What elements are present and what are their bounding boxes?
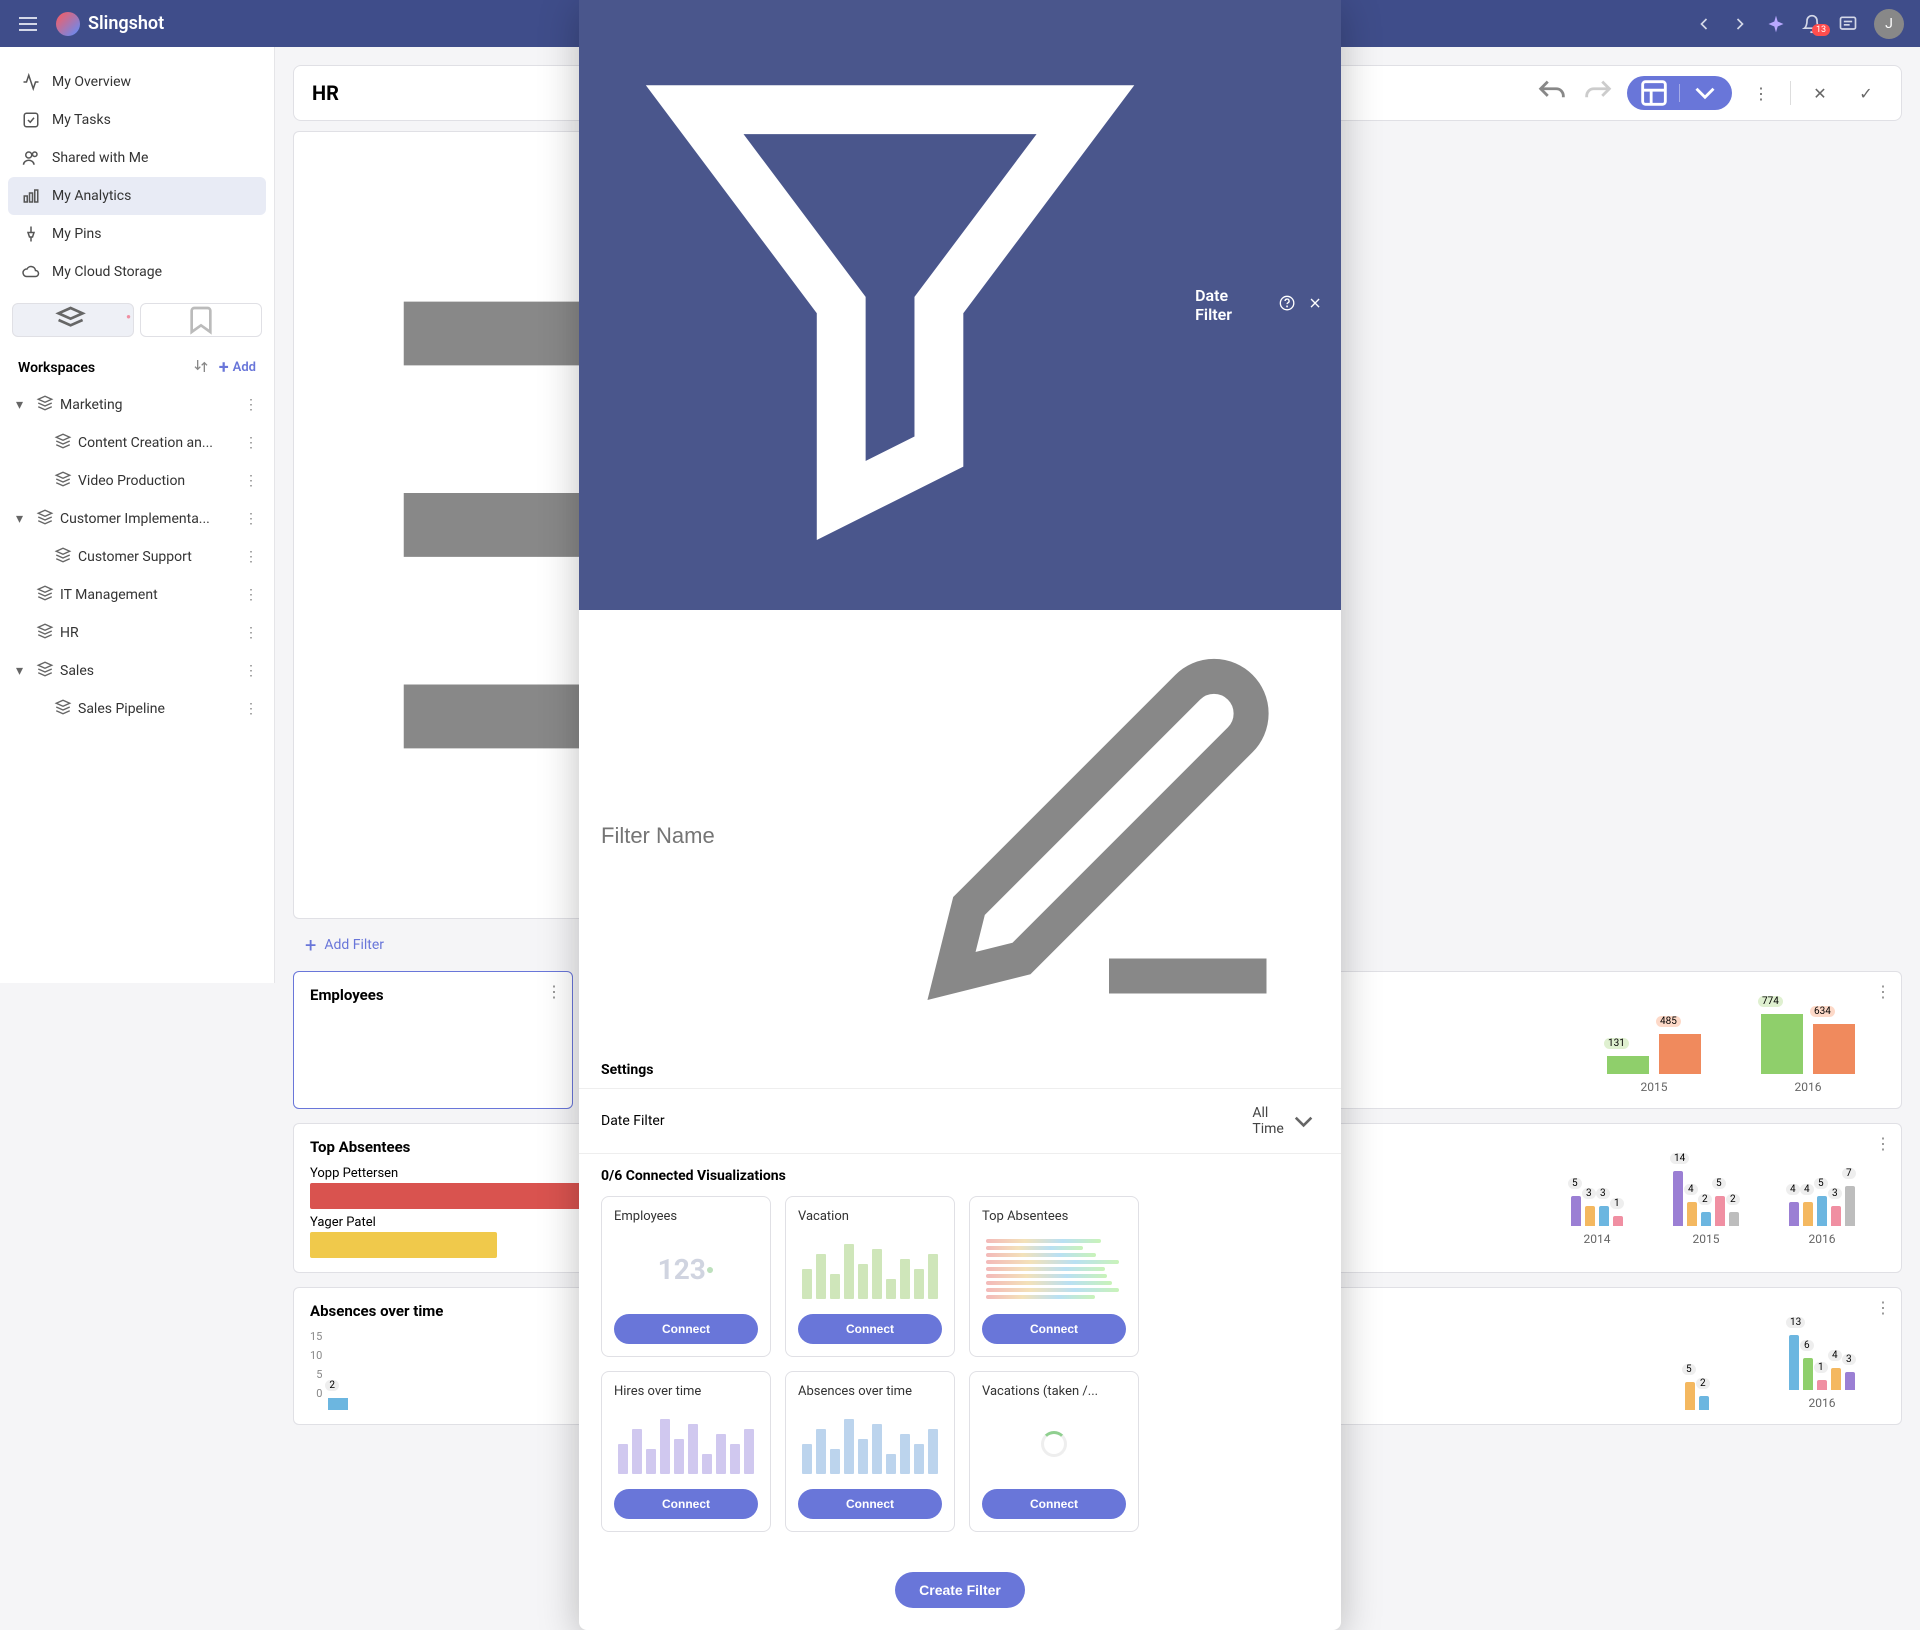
create-filter-button[interactable]: Create Filter <box>895 1572 1025 1608</box>
filter-name-input[interactable] <box>601 823 889 849</box>
viz-card-vacation: VacationConnect <box>785 1196 955 1357</box>
chevron-down-icon <box>1288 1106 1319 1137</box>
date-filter-modal: Date Filter Settings Date Filter All Tim… <box>579 0 1341 1630</box>
help-icon[interactable] <box>1279 295 1295 315</box>
connected-viz-label: 0/6 Connected Visualizations <box>579 1153 1341 1188</box>
viz-card-employees: Employees123●Connect <box>601 1196 771 1357</box>
card-more-icon[interactable]: ⋮ <box>546 982 562 1001</box>
edit-icon[interactable] <box>899 626 1319 1046</box>
viz-card-absences-over-time: Absences over timeConnect <box>785 1371 955 1532</box>
date-filter-row[interactable]: Date Filter All Time <box>579 1088 1341 1153</box>
connect-button[interactable]: Connect <box>982 1489 1126 1519</box>
card-more-icon[interactable]: ⋮ <box>1875 1298 1891 1317</box>
modal-overlay: Date Filter Settings Date Filter All Tim… <box>0 0 1920 983</box>
card-more-icon[interactable]: ⋮ <box>1875 982 1891 1001</box>
modal-title: Date Filter <box>1195 286 1255 324</box>
viz-card-top-absentees: Top AbsenteesConnect <box>969 1196 1139 1357</box>
close-icon[interactable] <box>1307 295 1323 315</box>
card-employees[interactable]: Employees ⋮ <box>293 971 573 1109</box>
viz-card-vacations-taken-: Vacations (taken /...Connect <box>969 1371 1139 1532</box>
connect-button[interactable]: Connect <box>982 1314 1126 1344</box>
connect-button[interactable]: Connect <box>614 1314 758 1344</box>
settings-label: Settings <box>579 1056 1341 1088</box>
connect-button[interactable]: Connect <box>798 1489 942 1519</box>
connect-button[interactable]: Connect <box>614 1489 758 1519</box>
connect-button[interactable]: Connect <box>798 1314 942 1344</box>
card-more-icon[interactable]: ⋮ <box>1875 1134 1891 1153</box>
viz-card-hires-over-time: Hires over timeConnect <box>601 1371 771 1532</box>
filter-icon <box>597 12 1183 598</box>
